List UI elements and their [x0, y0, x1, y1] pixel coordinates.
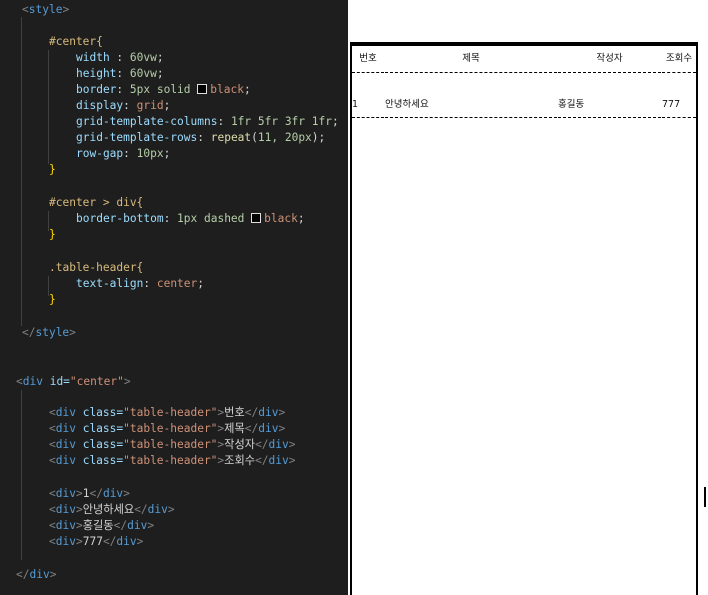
code-line-row-gap: row-gap: 10px; — [76, 147, 171, 160]
code-line-center-selector: #center{ — [49, 35, 103, 48]
center-grid: 번호 제목 작성자 조회수 1 안녕하세요 홍길동 777 — [350, 42, 698, 595]
code-line-text-align: text-align: center; — [76, 277, 205, 290]
indent-guide — [21, 17, 22, 326]
browser-preview: 번호 제목 작성자 조회수 1 안녕하세요 홍길동 777 — [349, 0, 708, 595]
code-line-header-div: <div class="table-header">번호</div> — [49, 406, 286, 419]
code-line-div-close: </div> — [16, 568, 57, 581]
code-line-close-brace: } — [49, 293, 56, 306]
code-line-style-open: <style> — [22, 3, 70, 16]
code-line-child-selector: #center > div{ — [49, 196, 144, 209]
code-line-border: border: 5px solid black; — [76, 83, 251, 96]
code-line-height: height: 60vw; — [76, 67, 164, 80]
color-swatch[interactable] — [197, 84, 208, 94]
code-line-header-div: <div class="table-header">조회수</div> — [49, 454, 296, 467]
code-line-close-brace: } — [49, 163, 56, 176]
code-line-table-header-selector: .table-header{ — [49, 261, 144, 274]
code-line-border-bottom: border-bottom: 1px dashed black; — [76, 212, 305, 225]
code-line-style-close: </style> — [22, 326, 76, 339]
code-line-data-div: <div>1</div> — [49, 487, 130, 500]
code-line-display: display: grid; — [76, 99, 171, 112]
code-line-data-div: <div>777</div> — [49, 535, 144, 548]
table-cell: 안녕하세요 — [385, 93, 557, 118]
table-header-cell: 조회수 — [662, 46, 696, 73]
code-line-width: width : 60vw; — [76, 51, 164, 64]
table-header-cell: 번호 — [352, 46, 384, 73]
code-line-data-div: <div>홍길동</div> — [49, 519, 155, 532]
indent-guide — [48, 50, 49, 164]
table-cell: 777 — [662, 93, 696, 118]
indent-guide — [21, 390, 22, 560]
color-swatch[interactable] — [251, 213, 262, 223]
table-header-cell: 작성자 — [558, 46, 661, 73]
code-line-div-center: <div id="center"> — [16, 375, 131, 388]
code-line-header-div: <div class="table-header">작성자</div> — [49, 438, 296, 451]
code-line-grid-rows: grid-template-rows: repeat(11, 20px); — [76, 131, 326, 144]
table-header-cell: 제목 — [385, 46, 557, 73]
text-cursor — [704, 487, 706, 507]
table-cell: 홍길동 — [558, 93, 661, 118]
code-editor[interactable]: <style> #center{ width : 60vw; height: 6… — [0, 0, 348, 595]
code-line-data-div: <div>안녕하세요</div> — [49, 503, 175, 516]
code-line-close-brace: } — [49, 228, 56, 241]
code-line-header-div: <div class="table-header">제목</div> — [49, 422, 286, 435]
code-line-grid-columns: grid-template-columns: 1fr 5fr 3fr 1fr; — [76, 115, 339, 128]
table-cell: 1 — [352, 93, 384, 118]
